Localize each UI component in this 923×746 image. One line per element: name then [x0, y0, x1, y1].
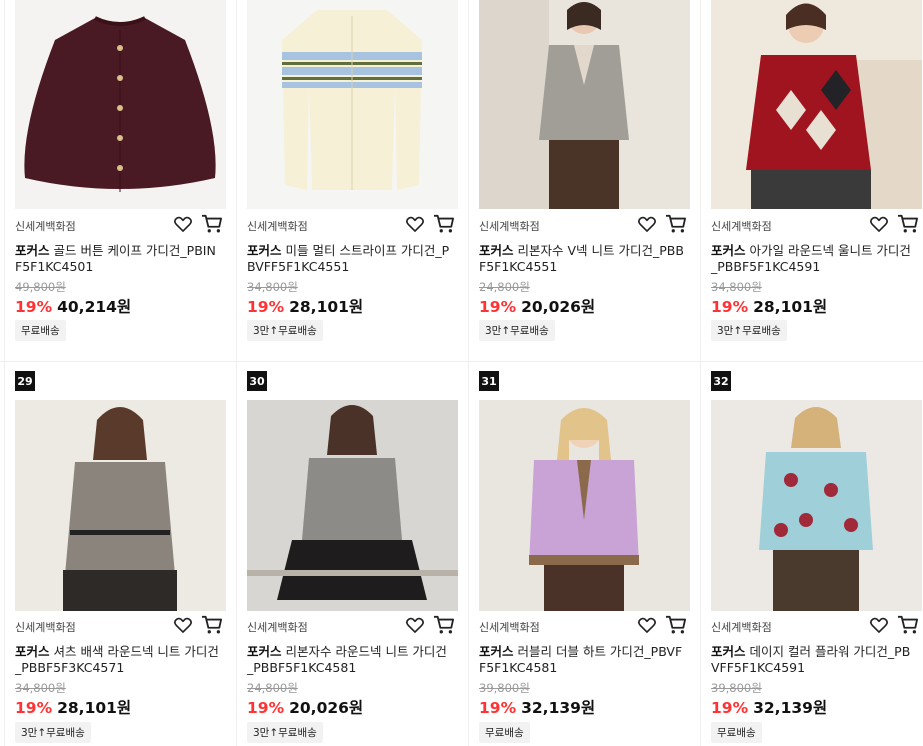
- brand-name: 포커스: [711, 243, 746, 258]
- discount-rate: 19%: [711, 298, 749, 316]
- column-divider: [700, 0, 701, 746]
- store-name: 신세계백화점: [247, 220, 308, 233]
- price-row: 19% 28,101원: [711, 295, 827, 317]
- price-row: 19% 28,101원: [247, 295, 363, 317]
- original-price: 39,800원: [711, 681, 762, 695]
- shipping-badge: 3만↑무료배송: [479, 320, 555, 341]
- cart-icon[interactable]: [201, 214, 223, 234]
- price-row: 19% 32,139원: [479, 696, 595, 718]
- brand-name: 포커스: [479, 243, 514, 258]
- price-row: 19% 20,026원: [247, 696, 363, 718]
- price-row: 19% 20,026원: [479, 295, 595, 317]
- shipping-badge: 무료배송: [479, 722, 530, 743]
- discount-rate: 19%: [479, 699, 517, 717]
- shipping-badge: 3만↑무료배송: [711, 320, 787, 341]
- product-image[interactable]: [247, 400, 458, 611]
- store-name: 신세계백화점: [479, 220, 540, 233]
- column-divider: [4, 0, 5, 746]
- heart-icon[interactable]: [173, 214, 193, 234]
- brand-name: 포커스: [247, 644, 282, 659]
- heart-icon[interactable]: [405, 615, 425, 635]
- brand-name: 포커스: [479, 644, 514, 659]
- cart-icon[interactable]: [201, 615, 223, 635]
- brand-name: 포커스: [711, 644, 746, 659]
- discount-rate: 19%: [247, 298, 285, 316]
- original-price: 34,800원: [15, 681, 66, 695]
- heart-icon[interactable]: [637, 214, 657, 234]
- store-name: 신세계백화점: [479, 621, 540, 634]
- heart-icon[interactable]: [869, 615, 889, 635]
- product-image[interactable]: [479, 0, 690, 209]
- price-row: 19% 40,214원: [15, 295, 131, 317]
- product-title[interactable]: 포커스 러블리 더블 하트 가디건_PBVFF5F1KC4581: [479, 644, 685, 676]
- cart-icon[interactable]: [665, 214, 687, 234]
- column-divider: [468, 0, 469, 746]
- product-title[interactable]: 포커스 셔츠 배색 라운드넥 니트 가디건_PBBF5F3KC4571: [15, 644, 221, 676]
- discount-rate: 19%: [15, 298, 53, 316]
- shipping-badge: 3만↑무료배송: [247, 320, 323, 341]
- product-title[interactable]: 포커스 골드 버튼 케이프 가디건_PBINF5F1KC4501: [15, 243, 221, 275]
- sale-price: 20,026원: [521, 298, 596, 316]
- shipping-badge: 무료배송: [15, 320, 66, 341]
- brand-name: 포커스: [15, 243, 50, 258]
- store-name: 신세계백화점: [15, 621, 76, 634]
- product-title[interactable]: 포커스 미들 멀티 스트라이프 가디건_PBVFF5F1KC4551: [247, 243, 453, 275]
- rank-badge: 29: [15, 371, 35, 391]
- store-name: 신세계백화점: [15, 220, 76, 233]
- price-row: 19% 28,101원: [15, 696, 131, 718]
- sale-price: 40,214원: [57, 298, 132, 316]
- brand-name: 포커스: [247, 243, 282, 258]
- original-price: 24,800원: [479, 280, 530, 294]
- discount-rate: 19%: [711, 699, 749, 717]
- original-price: 49,800원: [15, 280, 66, 294]
- cart-icon[interactable]: [897, 615, 919, 635]
- store-name: 신세계백화점: [247, 621, 308, 634]
- store-name: 신세계백화점: [711, 220, 772, 233]
- product-image[interactable]: [15, 400, 226, 611]
- original-price: 34,800원: [711, 280, 762, 294]
- product-image[interactable]: [711, 400, 922, 611]
- column-divider: [236, 0, 237, 746]
- rank-badge: 32: [711, 371, 731, 391]
- cart-icon[interactable]: [897, 214, 919, 234]
- heart-icon[interactable]: [405, 214, 425, 234]
- discount-rate: 19%: [247, 699, 285, 717]
- sale-price: 28,101원: [289, 298, 364, 316]
- product-title[interactable]: 포커스 리본자수 라운드넥 니트 가디건_PBBF5F1KC4581: [247, 644, 453, 676]
- row-divider: [0, 361, 923, 362]
- product-image[interactable]: [247, 0, 458, 209]
- heart-icon[interactable]: [869, 214, 889, 234]
- original-price: 39,800원: [479, 681, 530, 695]
- store-name: 신세계백화점: [711, 621, 772, 634]
- sale-price: 28,101원: [753, 298, 828, 316]
- product-image[interactable]: [15, 0, 226, 209]
- product-title[interactable]: 포커스 데이지 컬러 플라워 가디건_PBVFF5F1KC4591: [711, 644, 917, 676]
- heart-icon[interactable]: [173, 615, 193, 635]
- sale-price: 32,139원: [753, 699, 828, 717]
- sale-price: 20,026원: [289, 699, 364, 717]
- discount-rate: 19%: [15, 699, 53, 717]
- cart-icon[interactable]: [665, 615, 687, 635]
- shipping-badge: 3만↑무료배송: [15, 722, 91, 743]
- product-title[interactable]: 포커스 리본자수 V넥 니트 가디건_PBBF5F1KC4551: [479, 243, 685, 275]
- original-price: 24,800원: [247, 681, 298, 695]
- price-row: 19% 32,139원: [711, 696, 827, 718]
- brand-name: 포커스: [15, 644, 50, 659]
- discount-rate: 19%: [479, 298, 517, 316]
- cart-icon[interactable]: [433, 615, 455, 635]
- rank-badge: 31: [479, 371, 499, 391]
- product-title[interactable]: 포커스 아가일 라운드넥 울니트 가디건_PBBF5F1KC4591: [711, 243, 917, 275]
- shipping-badge: 무료배송: [711, 722, 762, 743]
- cart-icon[interactable]: [433, 214, 455, 234]
- shipping-badge: 3만↑무료배송: [247, 722, 323, 743]
- sale-price: 28,101원: [57, 699, 132, 717]
- product-image[interactable]: [711, 0, 922, 209]
- sale-price: 32,139원: [521, 699, 596, 717]
- rank-badge: 30: [247, 371, 267, 391]
- original-price: 34,800원: [247, 280, 298, 294]
- product-image[interactable]: [479, 400, 690, 611]
- heart-icon[interactable]: [637, 615, 657, 635]
